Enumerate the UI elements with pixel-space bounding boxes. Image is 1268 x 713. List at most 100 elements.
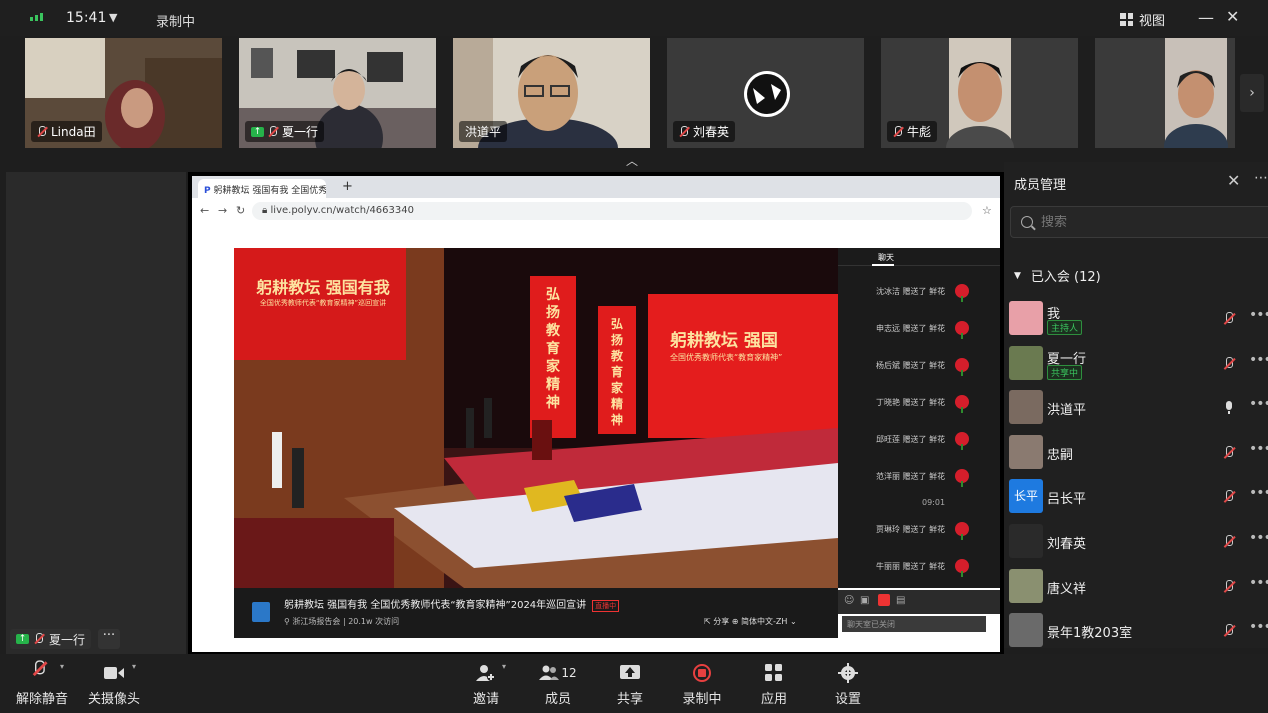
participant-tile[interactable]: 刘春英 xyxy=(667,38,864,148)
browser-tab[interactable]: P 躬耕教坛 强国有我 全国优秀... xyxy=(198,179,326,198)
chevron-down-icon[interactable]: ▼ xyxy=(109,11,117,24)
record-icon xyxy=(693,664,711,682)
chat-timestamp: 09:01 xyxy=(922,498,946,507)
member-name: 夏一行 xyxy=(1047,351,1087,367)
audio-options-icon[interactable]: ▾ xyxy=(60,662,64,671)
joined-group-header[interactable]: ▼ 已入会 (12) xyxy=(1014,266,1101,285)
chat-item-text: 杨后斌 赠送了 鲜花 xyxy=(876,360,946,370)
image-icon[interactable]: ▣ xyxy=(860,595,869,606)
mic-off-icon[interactable] xyxy=(1223,312,1235,326)
member-role-tag: 主持人 xyxy=(1047,320,1083,335)
panel-more-button[interactable]: ⋯ xyxy=(1254,170,1268,186)
calendar-icon[interactable]: ▤ xyxy=(896,595,905,606)
member-row[interactable]: 景年1教203室 ••• xyxy=(1009,610,1268,650)
member-more-button[interactable]: ••• xyxy=(1249,396,1268,412)
member-name: 吕长平 xyxy=(1047,492,1087,508)
new-tab-button[interactable]: + xyxy=(342,179,353,194)
avatar-text: 长平 xyxy=(1013,489,1038,504)
member-more-button[interactable]: ••• xyxy=(1249,530,1268,546)
chat-input[interactable]: 聊天室已关闭 xyxy=(842,616,986,632)
mic-off-icon[interactable] xyxy=(1223,356,1235,371)
caret-down-icon: ▼ xyxy=(1014,270,1021,281)
participant-name-chip: 洪道平 xyxy=(459,121,508,142)
member-row[interactable]: 长平吕长平 ••• xyxy=(1009,476,1268,516)
member-row[interactable]: 夏一行共享中 ••• xyxy=(1009,343,1268,383)
polyv-icon: P xyxy=(204,186,211,196)
url-text: live.polyv.cn/watch/4663340 xyxy=(270,205,414,216)
flower-icon xyxy=(955,522,970,540)
member-row[interactable]: 忠嗣 ••• xyxy=(1009,432,1268,472)
member-more-button[interactable]: ••• xyxy=(1249,575,1268,591)
bookmark-star-icon[interactable]: ☆ xyxy=(982,204,992,217)
close-button[interactable]: ✕ xyxy=(1226,7,1239,26)
mic-off-icon xyxy=(268,125,278,138)
chevron-up-icon[interactable]: ︿ xyxy=(626,152,638,169)
member-more-button[interactable]: ••• xyxy=(1249,307,1268,323)
view-button[interactable]: 视图 xyxy=(1120,10,1165,29)
forward-icon[interactable]: → xyxy=(218,204,227,217)
language-select[interactable]: 简体中文-ZH xyxy=(741,617,787,626)
members-button[interactable]: 12 成员 xyxy=(528,662,588,707)
mic-off-icon[interactable] xyxy=(1223,624,1235,638)
members-icon xyxy=(539,665,560,680)
pillar-banner: 弘扬教育家精神 xyxy=(610,317,623,427)
minimize-button[interactable]: — xyxy=(1198,8,1214,27)
location-icon: ⚲ xyxy=(284,617,290,626)
mic-off-icon[interactable] xyxy=(1223,535,1235,549)
chat-item-text: 范洋丽 赠送了 鲜花 xyxy=(876,471,946,481)
pillar-banner: 弘扬教育家精神 xyxy=(546,287,560,411)
next-page-button[interactable]: › xyxy=(1240,74,1264,112)
mic-off-icon[interactable] xyxy=(1223,490,1235,504)
invite-button[interactable]: 邀请 xyxy=(456,662,516,707)
share-link[interactable]: 分享 xyxy=(713,617,729,626)
member-more-button[interactable]: ••• xyxy=(1249,485,1268,501)
chat-item: 邱旺莲 赠送了 鲜花 xyxy=(876,432,970,450)
gift-icon[interactable] xyxy=(878,594,890,606)
apps-button[interactable]: 应用 xyxy=(744,662,804,707)
recording-button[interactable]: 录制中 xyxy=(672,662,732,707)
participant-tile[interactable]: ↑ 夏一行 xyxy=(239,38,436,148)
member-row[interactable]: 唐义祥 ••• xyxy=(1009,566,1268,606)
avatar xyxy=(1009,568,1043,603)
invite-options-icon[interactable]: ▾ xyxy=(502,662,506,671)
live-video[interactable]: 躬耕教坛 强国有我 全国优秀教师代表“教育家精神”巡回宣讲 弘扬教育家精神 弘扬… xyxy=(234,248,838,588)
emoji-icon[interactable]: ☺ xyxy=(844,595,854,606)
flower-icon xyxy=(955,395,970,413)
participant-tile[interactable]: 牛彪 xyxy=(881,38,1078,148)
video-options-icon[interactable]: ▾ xyxy=(132,662,136,671)
share-link-icon[interactable]: ⇱ xyxy=(704,617,711,626)
member-row[interactable]: 洪道平 ••• xyxy=(1009,387,1268,427)
member-more-button[interactable]: ••• xyxy=(1249,619,1268,635)
browser-window: P 躬耕教坛 强国有我 全国优秀... + ← → ↻ 🔒︎ live.poly… xyxy=(192,176,1000,652)
mic-icon[interactable] xyxy=(1223,401,1235,415)
search-input[interactable] xyxy=(1041,214,1241,230)
shared-screen: P 躬耕教坛 强国有我 全国优秀... + ← → ↻ 🔒︎ live.poly… xyxy=(188,172,1004,656)
self-more-button[interactable]: ··· xyxy=(98,629,120,649)
participant-tile[interactable]: Linda田 xyxy=(25,38,222,148)
member-row[interactable]: 刘春英 ••• xyxy=(1009,521,1268,561)
chat-item-text: 邱旺莲 赠送了 鲜花 xyxy=(876,434,946,444)
member-row[interactable]: 我主持人••• xyxy=(1009,298,1268,338)
back-icon[interactable]: ← xyxy=(200,204,209,217)
panel-close-button[interactable]: ✕ xyxy=(1227,171,1240,190)
title-bar: 15:41 ▼ 录制中 视图 — ✕ xyxy=(0,0,1268,36)
mic-off-icon[interactable] xyxy=(1223,579,1235,594)
participant-tile[interactable]: 洪道平 xyxy=(453,38,650,148)
mic-off-icon[interactable] xyxy=(1223,445,1235,460)
signal-icon[interactable] xyxy=(30,13,43,21)
member-search[interactable] xyxy=(1010,206,1268,238)
settings-button[interactable]: 设置 xyxy=(818,662,878,707)
member-more-button[interactable]: ••• xyxy=(1249,352,1268,368)
share-button[interactable]: 共享 xyxy=(600,662,660,707)
meeting-toolbar: 解除静音 ▾ 关摄像头 ▾ 邀请 ▾ 12 成员 共享 录制中 应用 设置 xyxy=(0,654,1268,713)
member-more-button[interactable]: ••• xyxy=(1249,441,1268,457)
member-name: 刘春英 xyxy=(1047,537,1087,552)
joined-count: 已入会 (12) xyxy=(1030,270,1101,285)
tab-chat[interactable]: 聊天 xyxy=(878,252,894,263)
chat-item-text: 贾琳玲 赠送了 鲜花 xyxy=(876,524,946,534)
members-label: 成员 xyxy=(544,692,571,707)
address-bar[interactable]: 🔒︎ live.polyv.cn/watch/4663340 xyxy=(252,202,972,220)
reload-icon[interactable]: ↻ xyxy=(236,204,245,217)
participant-name: 牛彪 xyxy=(907,125,932,139)
participant-tile[interactable] xyxy=(1095,38,1235,148)
